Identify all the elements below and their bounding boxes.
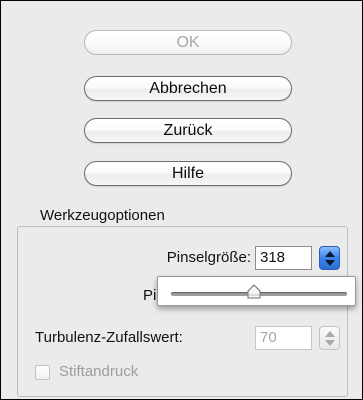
back-button[interactable]: Zurück [84,118,292,143]
turbulence-field[interactable]: 70 [255,326,312,350]
brush-size-label: Pinselgröße: [166,249,251,266]
slider-thumb-icon[interactable] [246,284,262,300]
brush-size-stepper[interactable] [319,246,340,270]
ok-button[interactable]: OK [84,30,292,55]
cancel-button[interactable]: Abbrechen [84,76,292,101]
tool-options-title: Werkzeugoptionen [35,207,170,224]
stepper-down-icon[interactable] [325,340,335,346]
stepper-up-icon[interactable] [325,251,335,257]
stepper-down-icon[interactable] [325,260,335,266]
brush-size-field[interactable]: 318 [255,246,312,270]
pen-pressure-label: Stiftandruck [59,363,139,380]
brush-size-slider-popup [157,276,356,306]
obscured-option-label: Pi [143,287,157,304]
stepper-up-icon[interactable] [325,331,335,337]
help-button[interactable]: Hilfe [84,161,292,186]
turbulence-label: Turbulenz-Zufallswert: [35,329,183,346]
pen-pressure-checkbox[interactable] [35,365,50,380]
turbulence-stepper[interactable] [319,326,340,350]
dialog-panel: OK Abbrechen Zurück Hilfe Werkzeugoption… [0,0,363,400]
